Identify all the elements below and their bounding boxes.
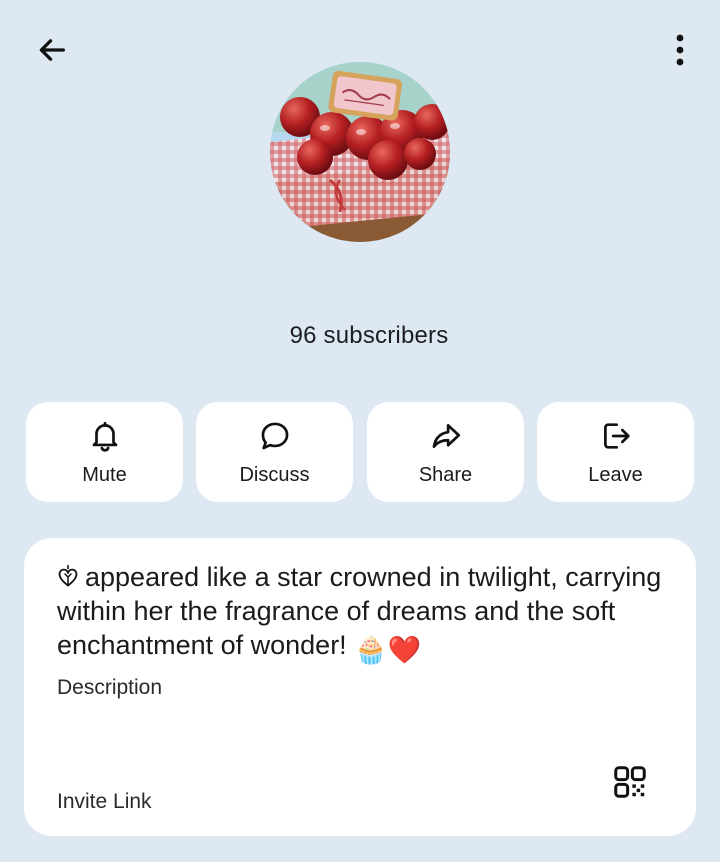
discuss-label: Discuss: [239, 464, 310, 486]
heart-outline-icon: [57, 562, 79, 587]
channel-info-card: appeared like a star crowned in twilight…: [24, 538, 696, 836]
invite-link-label[interactable]: Invite Link: [57, 790, 152, 814]
bell-icon: [87, 418, 123, 454]
share-button[interactable]: Share: [367, 402, 524, 502]
arrow-left-icon: [39, 39, 65, 61]
share-arrow-icon: [428, 418, 464, 454]
subscriber-count: 96 subscribers: [289, 322, 449, 349]
chat-bubble-icon: [257, 418, 293, 454]
description-text[interactable]: appeared like a star crowned in twilight…: [57, 560, 677, 667]
leave-button[interactable]: Leave: [537, 402, 694, 502]
cupcake-heart-emoji: 🧁❤️: [354, 635, 422, 665]
more-options-button[interactable]: [660, 26, 700, 74]
share-label: Share: [418, 464, 473, 486]
more-vert-icon: [676, 34, 684, 66]
qr-code-icon: [614, 766, 646, 798]
description-label: Description: [57, 676, 163, 699]
discuss-button[interactable]: Discuss: [196, 402, 353, 502]
back-button[interactable]: [28, 26, 76, 74]
leave-label: Leave: [588, 464, 643, 486]
qr-code-button[interactable]: [606, 758, 654, 806]
apple-basket-image: [270, 62, 450, 242]
mute-label: Mute: [82, 464, 127, 486]
channel-avatar[interactable]: [270, 62, 450, 242]
mute-button[interactable]: Mute: [26, 402, 183, 502]
logout-icon: [598, 418, 634, 454]
action-buttons-row: Mute Discuss Share Leave: [26, 402, 694, 502]
